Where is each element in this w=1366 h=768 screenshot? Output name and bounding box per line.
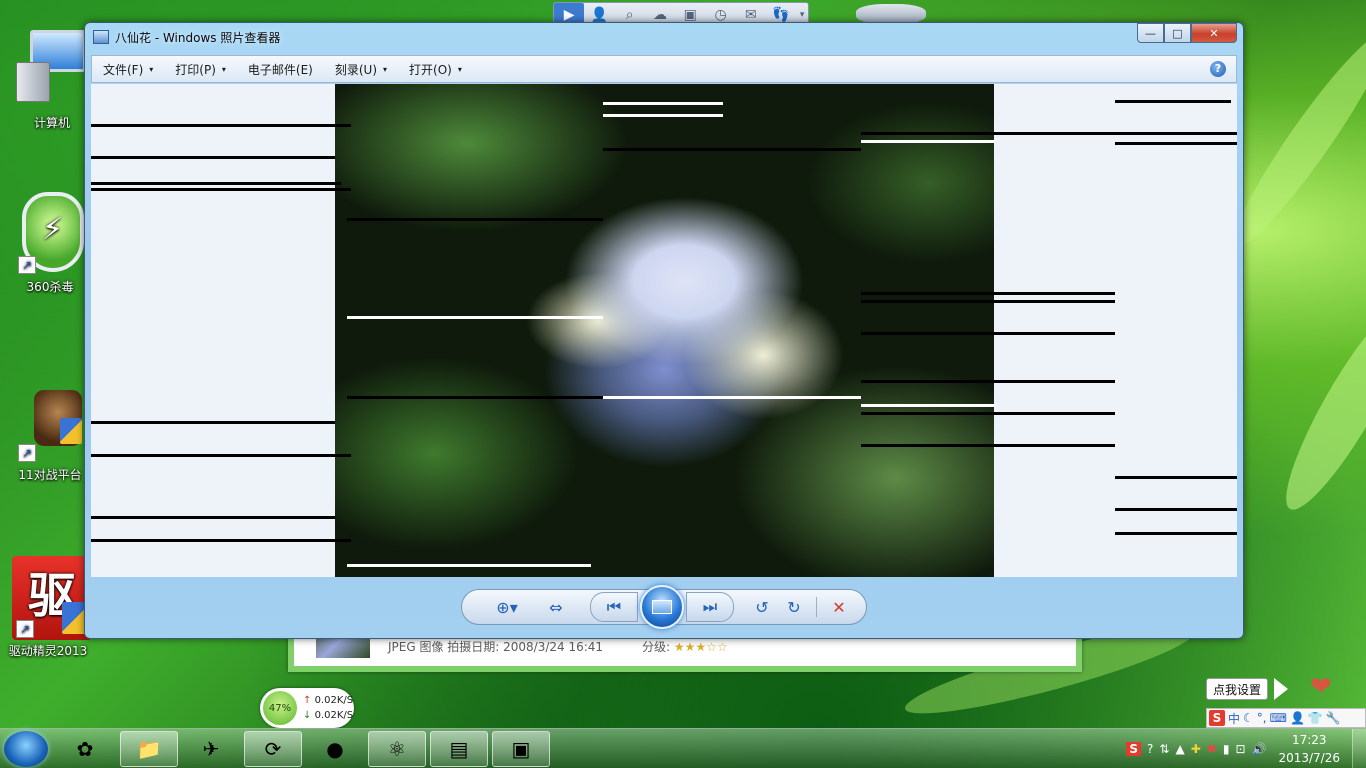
bird-icon[interactable]: ✈: [182, 731, 240, 767]
security-icon[interactable]: ✚: [1191, 742, 1201, 756]
menu-burn[interactable]: 刻录(U) ▾: [324, 61, 398, 78]
taskbar: ✿ 📁 ✈ ⟳ ● ⚛ ▤ ▣ S ? ⇅ ▲ ✚ ✖ ▮ ⊡ 🔊 17:23 …: [0, 728, 1366, 768]
usb-device-icon[interactable]: ▮: [1223, 742, 1230, 756]
desktop-icon-11-platform[interactable]: ↗ 11对战平台: [8, 380, 92, 483]
download-rate: 0.02K/S: [314, 710, 354, 721]
shortcut-arrow-icon: ↗: [18, 444, 36, 462]
start-button[interactable]: [4, 731, 48, 767]
tools-icon[interactable]: 🔧: [1326, 711, 1341, 725]
title-bar[interactable]: 八仙花 - Windows 照片查看器 — □ ✕: [85, 23, 1243, 51]
half-width-icon[interactable]: ☾: [1243, 711, 1254, 725]
maximize-button[interactable]: □: [1164, 23, 1191, 43]
clock[interactable]: 17:23 2013/7/26: [1278, 731, 1340, 767]
refresh-icon[interactable]: ⟳: [244, 731, 302, 767]
rotate-cw-icon[interactable]: ↻: [778, 592, 810, 622]
game-platform-icon: ↗: [14, 380, 86, 462]
slideshow-icon: [652, 600, 672, 614]
driver-genius-icon: 驱 ↗: [12, 556, 92, 640]
chevron-down-icon: ▾: [149, 64, 154, 74]
network-icon[interactable]: ⊡: [1235, 742, 1245, 756]
shortcut-arrow-icon: ↗: [16, 620, 34, 638]
hydrangea-photo: [335, 84, 994, 577]
photo-viewer-app-icon: [93, 30, 109, 44]
memory-percent: 47%: [263, 691, 297, 725]
user-icon[interactable]: 👤: [1290, 711, 1305, 725]
menu-print[interactable]: 打印(P) ▾: [164, 61, 237, 78]
next-icon[interactable]: ⏭: [686, 592, 734, 622]
desktop-icon-label: 11对战平台: [18, 468, 82, 482]
show-hidden-icons[interactable]: ▲: [1175, 742, 1184, 756]
play-triangle-icon[interactable]: [1274, 678, 1288, 700]
sogou-tray-icon[interactable]: S: [1126, 742, 1142, 756]
upload-rate: 0.02K/S: [314, 695, 354, 706]
viewer-toolbar: ⊕▾ ⇔ ⏮ ⏭ ↺ ↻ ✕: [461, 585, 867, 629]
actual-size-icon[interactable]: ⇔: [536, 592, 576, 622]
punctuation-icon[interactable]: °,: [1257, 711, 1267, 725]
ime-switch-icon[interactable]: ⇅: [1159, 742, 1169, 756]
shortcut-arrow-icon: ↗: [18, 256, 36, 274]
show-desktop-button[interactable]: [1352, 729, 1366, 768]
menu-open[interactable]: 打开(O) ▾: [398, 61, 473, 78]
minimize-button[interactable]: —: [1137, 23, 1164, 43]
notes-icon[interactable]: ▤: [430, 731, 488, 767]
upload-arrow-icon: ↑: [303, 695, 312, 706]
keyboard-icon[interactable]: ⌨: [1270, 711, 1287, 725]
rotate-ccw-icon[interactable]: ↺: [746, 592, 778, 622]
menu-email[interactable]: 电子邮件(E): [237, 61, 324, 78]
desktop-icon-360[interactable]: ⚡ ↗ 360杀毒: [8, 192, 92, 295]
previous-icon[interactable]: ⏮: [590, 592, 638, 622]
recycle-bin-icon[interactable]: [856, 4, 926, 24]
menu-bar: 文件(F) ▾ 打印(P) ▾ 电子邮件(E) 刻录(U) ▾ 打开(O) ▾ ?: [91, 55, 1237, 83]
photo-viewer-icon[interactable]: ▣: [492, 731, 550, 767]
help-icon[interactable]: ?: [1210, 61, 1226, 77]
heart-icon[interactable]: ❤: [1310, 672, 1332, 702]
zoom-icon[interactable]: ⊕▾: [488, 592, 526, 622]
photo-viewer-window: 八仙花 - Windows 照片查看器 — □ ✕ 文件(F) ▾ 打印(P) ▾ …: [84, 22, 1244, 639]
fruit-icon[interactable]: ●: [306, 731, 364, 767]
system-tray: S ? ⇅ ▲ ✚ ✖ ▮ ⊡ 🔊 17:23 2013/7/26: [1126, 729, 1366, 768]
computer-icon: [16, 28, 88, 108]
clock-time: 17:23: [1291, 733, 1327, 747]
ime-language[interactable]: 中: [1228, 710, 1240, 727]
sogou-ime-icon[interactable]: S: [1209, 710, 1225, 726]
menu-file[interactable]: 文件(F) ▾: [92, 61, 164, 78]
chevron-down-icon: ▾: [221, 64, 226, 74]
help-icon[interactable]: ?: [1147, 742, 1153, 756]
desktop-icon-driver-genius[interactable]: 驱 ↗ 驱动精灵2013: [6, 556, 92, 659]
antivirus-shield-icon: ⚡ ↗: [14, 192, 86, 274]
desktop-icon-computer[interactable]: 计算机: [10, 28, 94, 131]
desktop-icon-label: 驱动精灵2013: [8, 644, 88, 658]
settings-bubble[interactable]: 点我设置: [1206, 678, 1268, 700]
desktop-icon-label: 计算机: [33, 116, 70, 130]
ime-toolbar: S 中 ☾ °, ⌨ 👤 👕 🔧: [1206, 708, 1366, 728]
window-title: 八仙花 - Windows 照片查看器: [115, 30, 281, 45]
rating[interactable]: 分级: ★★★☆☆: [642, 638, 728, 655]
volume-icon[interactable]: 🔊: [1252, 742, 1267, 756]
desktop-icon-label: 360杀毒: [26, 280, 74, 294]
delete-icon[interactable]: ✕: [823, 592, 855, 622]
dev-tool-icon[interactable]: ⚛: [368, 731, 426, 767]
image-display-area[interactable]: [91, 84, 1237, 577]
network-error-icon[interactable]: ✖: [1207, 742, 1217, 756]
slideshow-button[interactable]: [640, 585, 684, 629]
download-arrow-icon: ↓: [303, 710, 312, 721]
network-speed-widget[interactable]: 47% ↑ 0.02K/S ↓ 0.02K/S: [260, 688, 354, 728]
toolbar-separator: [816, 597, 817, 617]
file-info: JPEG 图像 拍摄日期: 2008/3/24 16:41: [388, 640, 604, 654]
rating-stars[interactable]: ★★★☆☆: [674, 640, 728, 654]
chevron-down-icon: ▾: [457, 64, 462, 74]
skin-icon[interactable]: 👕: [1308, 711, 1323, 725]
clock-date: 2013/7/26: [1278, 751, 1340, 765]
chevron-down-icon: ▾: [383, 64, 388, 74]
color-flower-icon[interactable]: ✿: [56, 731, 114, 767]
close-button[interactable]: ✕: [1191, 23, 1237, 43]
rating-label: 分级:: [642, 640, 671, 654]
file-explorer-icon[interactable]: 📁: [120, 731, 178, 767]
